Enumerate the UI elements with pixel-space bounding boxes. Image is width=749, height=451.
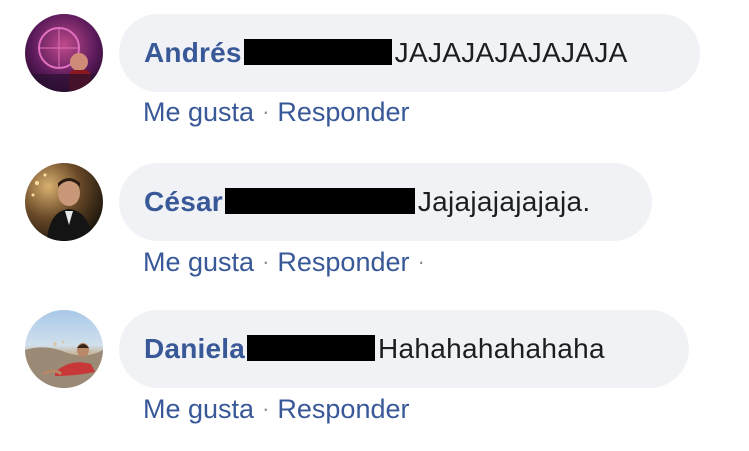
comment-author[interactable]: Daniela (144, 333, 245, 365)
comment-actions: Me gusta · Responder (143, 391, 409, 427)
comment-text: Jajajajajajaja. (417, 186, 591, 217)
separator: · (262, 249, 270, 274)
reply-link[interactable]: Responder (277, 97, 409, 128)
avatar[interactable] (25, 14, 103, 92)
comment-author[interactable]: César (144, 186, 223, 218)
avatar[interactable] (25, 310, 103, 388)
avatar-image (25, 163, 103, 241)
redaction-bar (247, 335, 375, 361)
like-link[interactable]: Me gusta (143, 97, 254, 128)
comment-bubble: Andrés JAJAJAJAJAJAJA (119, 14, 700, 92)
separator: · (262, 99, 270, 124)
separator: · (417, 249, 425, 274)
like-link[interactable]: Me gusta (143, 394, 254, 425)
like-link[interactable]: Me gusta (143, 247, 254, 278)
comment-bubble: César Jajajajajajaja. (119, 163, 652, 241)
comment-author[interactable]: Andrés (144, 37, 242, 69)
reply-link[interactable]: Responder (277, 247, 409, 278)
comment-text: JAJAJAJAJAJAJA (394, 37, 628, 68)
separator: · (262, 396, 270, 421)
comment-bubble: Daniela Hahahahahahaha (119, 310, 689, 388)
comment-actions: Me gusta · Responder · (143, 244, 433, 280)
redaction-bar (224, 188, 415, 214)
comment-text: Hahahahahahaha (378, 333, 605, 364)
avatar-image (25, 14, 103, 92)
avatar[interactable] (25, 163, 103, 241)
reply-link[interactable]: Responder (277, 394, 409, 425)
avatar-image (25, 310, 103, 388)
redaction-bar (243, 39, 392, 65)
comment-actions: Me gusta · Responder (143, 94, 409, 130)
